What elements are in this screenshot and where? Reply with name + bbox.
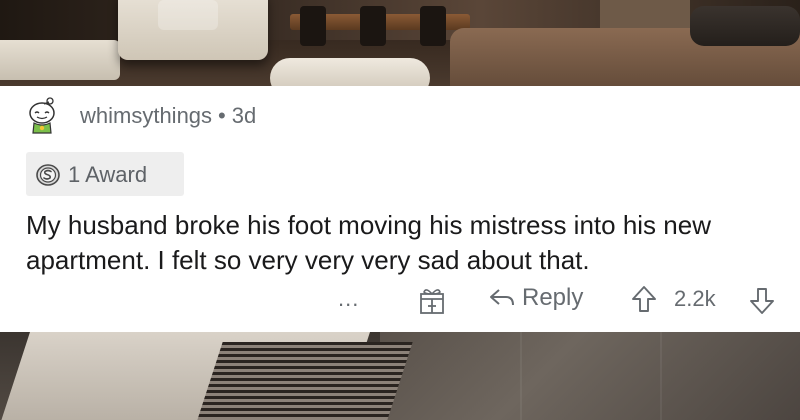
user-avatar-icon[interactable] [22,96,62,136]
reply-label: Reply [522,284,584,311]
more-options-button[interactable]: ... [338,286,359,312]
reply-button[interactable]: Reply [488,284,583,312]
silver-award-icon [36,164,60,186]
gift-award-icon[interactable] [418,285,446,315]
vote-score: 2.2k [674,286,716,311]
award-label: 1 Award [68,162,148,187]
meta-separator: • [218,103,226,128]
top-background-photo [0,0,800,86]
comment-actions-bar: ... Reply 2.2k [0,282,800,322]
bottom-background-photo [0,332,800,420]
comment-meta: whimsythings • 3d [80,103,256,129]
comment-age: 3d [231,103,257,128]
comment-card: whimsythings • 3d 1 Award My husband broke… [0,86,800,332]
downvote-arrow-icon[interactable] [748,286,776,316]
comment-body: My husband broke his foot moving his mis… [26,210,711,275]
reply-arrow-icon [488,285,516,311]
upvote-arrow-icon[interactable] [630,284,658,314]
username-link[interactable]: whimsythings [80,103,212,128]
award-badge[interactable]: 1 Award [26,152,184,196]
